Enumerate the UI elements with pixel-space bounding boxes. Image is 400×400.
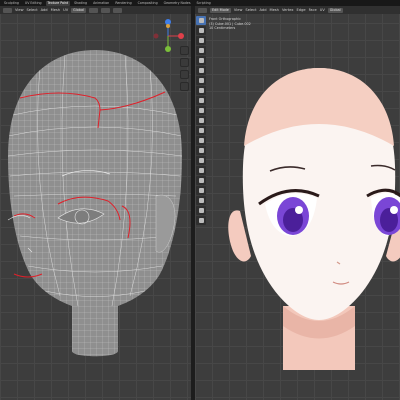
left-viewport[interactable]: View Select Add Mesh UV Global bbox=[0, 6, 191, 400]
workspace-tab-animation[interactable]: Animation bbox=[91, 1, 111, 6]
right-viewport[interactable]: Edit Mode View Select Add Mesh Vertex Ed… bbox=[195, 6, 400, 400]
rendered-head bbox=[228, 68, 400, 370]
workspace-tab-compositing[interactable]: Compositing bbox=[136, 1, 160, 6]
pan-hand-icon[interactable] bbox=[180, 58, 189, 67]
workspace-tab-sculpting[interactable]: Sculpting bbox=[2, 1, 21, 6]
workspace-tab-geometry-nodes[interactable]: Geometry Nodes bbox=[162, 1, 193, 6]
workspace-tab-shading[interactable]: Shading bbox=[72, 1, 89, 6]
workspace-tab-scripting[interactable]: Scripting bbox=[194, 1, 212, 6]
gizmo-y-axis[interactable] bbox=[165, 46, 171, 52]
grid-icon[interactable] bbox=[180, 82, 189, 91]
wireframe-head bbox=[7, 50, 182, 357]
workspace-tab-rendering[interactable]: Rendering bbox=[113, 1, 133, 6]
viewport-nav-tools bbox=[180, 46, 190, 91]
zoom-icon[interactable] bbox=[180, 46, 189, 55]
workspace-tab-texture-paint[interactable]: Texture Paint bbox=[45, 0, 71, 6]
camera-icon[interactable] bbox=[180, 70, 189, 79]
workspace-tab-uv-editing[interactable]: UV Editing bbox=[23, 1, 44, 6]
gizmo-x-axis[interactable] bbox=[178, 33, 184, 39]
